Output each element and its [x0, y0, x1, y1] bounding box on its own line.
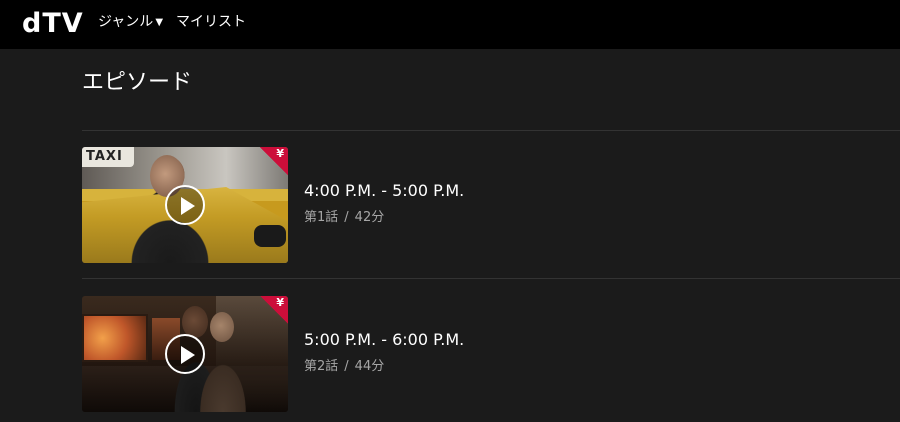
thumb-screen [82, 314, 148, 362]
nav-mylist-link[interactable]: マイリスト [176, 13, 246, 31]
episode-item-1[interactable]: TAXI ¥ 4:00 P.M. - 5:00 P.M. 第1話 / 42分 [82, 147, 900, 263]
meta-separator: / [344, 210, 349, 225]
section-title: エピソード [82, 70, 193, 95]
thumb-mirror [254, 225, 286, 247]
top-header: dTV ジャンル ▼ マイリスト [0, 0, 900, 49]
episode-number: 第1話 [304, 210, 339, 225]
play-icon[interactable] [165, 334, 205, 374]
episode-number: 第2話 [304, 359, 339, 374]
episode-meta: 第1話 / 42分 [304, 210, 384, 226]
episode-thumbnail[interactable]: ¥ [82, 296, 288, 412]
episode-meta: 第2話 / 44分 [304, 359, 384, 375]
episode-duration: 44分 [354, 359, 385, 374]
caret-down-icon: ▼ [155, 17, 164, 28]
episode-title[interactable]: 5:00 P.M. - 6:00 P.M. [304, 330, 464, 350]
episode-title[interactable]: 4:00 P.M. - 5:00 P.M. [304, 181, 464, 201]
thumb-figure-head [210, 312, 234, 342]
yen-icon: ¥ [276, 296, 284, 309]
divider [82, 278, 900, 279]
episode-duration: 42分 [354, 210, 385, 225]
play-icon[interactable] [165, 185, 205, 225]
episode-thumbnail[interactable]: TAXI ¥ [82, 147, 288, 263]
paid-badge: ¥ [260, 296, 288, 324]
nav-genre-menu[interactable]: ジャンル ▼ [98, 13, 163, 33]
nav-genre-label: ジャンル [98, 14, 154, 30]
episode-item-2[interactable]: ¥ 5:00 P.M. - 6:00 P.M. 第2話 / 44分 [82, 296, 900, 412]
thumb-taxi-sign: TAXI [82, 147, 134, 167]
dtv-logo[interactable]: dTV [22, 8, 84, 40]
yen-icon: ¥ [276, 147, 284, 160]
divider [82, 130, 900, 131]
meta-separator: / [344, 359, 349, 374]
paid-badge: ¥ [260, 147, 288, 175]
